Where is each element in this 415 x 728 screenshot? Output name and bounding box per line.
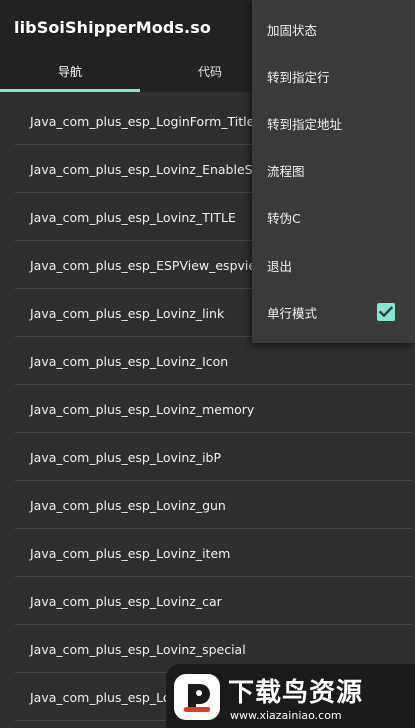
list-item-label: Java_com_plus_esp_Lovinz_gun bbox=[30, 497, 226, 513]
list-item[interactable]: Java_com_plus_esp_Lovinz_Icon bbox=[0, 337, 415, 385]
menu-item-goto-address[interactable]: 转到指定地址 bbox=[252, 100, 415, 147]
list-item-label: Java_com_plus_esp_Lovinz_ibP bbox=[30, 449, 222, 465]
overflow-menu: 加固状态 转到指定行 转到指定地址 流程图 转伪C 退出 单行模式 bbox=[252, 0, 415, 343]
list-item[interactable]: Java_com_plus_esp_Lovinz_ibP bbox=[0, 433, 415, 481]
list-item-label: Java_com_plus_esp_Lovinz_item bbox=[30, 545, 231, 561]
list-item[interactable]: Java_com_plus_esp_Lovinz_item bbox=[0, 529, 415, 577]
app-title: libSoiShipperMods.so bbox=[14, 18, 211, 37]
list-item-label: Java_com_plus_esp_Lovinz_memory bbox=[30, 401, 255, 417]
list-item-label: Java_com_plus_esp_Lovinz_link bbox=[30, 305, 225, 321]
tab-navigation[interactable]: 导航 bbox=[0, 50, 140, 92]
list-item-label: Java_com_plus_esp_Lov bbox=[30, 689, 178, 705]
list-item-label: Java_com_plus_esp_Lovinz_car bbox=[30, 593, 222, 609]
menu-item-flowchart[interactable]: 流程图 bbox=[252, 147, 415, 194]
list-item-label: Java_com_plus_esp_Lovinz_TITLE bbox=[30, 209, 236, 225]
list-item[interactable]: Java_com_plus_esp_Lovinz_memory bbox=[0, 385, 415, 433]
menu-item-protection-status[interactable]: 加固状态 bbox=[252, 6, 415, 53]
single-line-mode-checkbox[interactable] bbox=[377, 303, 395, 321]
list-item-label: Java_com_plus_esp_Lovinz_Icon bbox=[30, 353, 229, 369]
menu-item-goto-line[interactable]: 转到指定行 bbox=[252, 53, 415, 100]
watermark-url: www.xiazainiao.com bbox=[230, 709, 342, 722]
menu-item-single-line-mode[interactable]: 单行模式 bbox=[252, 289, 415, 336]
tab-indicator bbox=[0, 89, 140, 92]
list-item[interactable]: Java_com_plus_esp_Lovinz_car bbox=[0, 577, 415, 625]
tab-navigation-label: 导航 bbox=[57, 64, 82, 79]
list-item-label: Java_com_plus_esp_LoginForm_Title bbox=[30, 113, 255, 129]
list-item-label: Java_com_plus_esp_Lovinz_EnableSou bbox=[30, 161, 269, 177]
list-item-label: Java_com_plus_esp_ESPView_espview bbox=[30, 257, 267, 273]
tab-code-label: 代码 bbox=[197, 64, 222, 79]
menu-item-pseudo-c[interactable]: 转伪C bbox=[252, 194, 415, 241]
menu-item-label: 转伪C bbox=[267, 211, 301, 226]
watermark-title: 下载鸟资源 bbox=[228, 678, 364, 708]
bird-logo-icon bbox=[174, 674, 220, 720]
watermark-banner: 下载鸟资源 www.xiazainiao.com bbox=[166, 664, 415, 728]
menu-item-label: 单行模式 bbox=[267, 306, 318, 321]
list-item[interactable]: Java_com_plus_esp_Lovinz_gun bbox=[0, 481, 415, 529]
menu-item-label: 退出 bbox=[267, 259, 293, 274]
menu-item-label: 流程图 bbox=[267, 164, 305, 179]
check-icon bbox=[379, 306, 393, 318]
menu-item-label: 转到指定行 bbox=[267, 70, 330, 85]
menu-item-exit[interactable]: 退出 bbox=[252, 242, 415, 289]
menu-item-label: 转到指定地址 bbox=[267, 117, 343, 132]
menu-item-label: 加固状态 bbox=[267, 23, 318, 38]
